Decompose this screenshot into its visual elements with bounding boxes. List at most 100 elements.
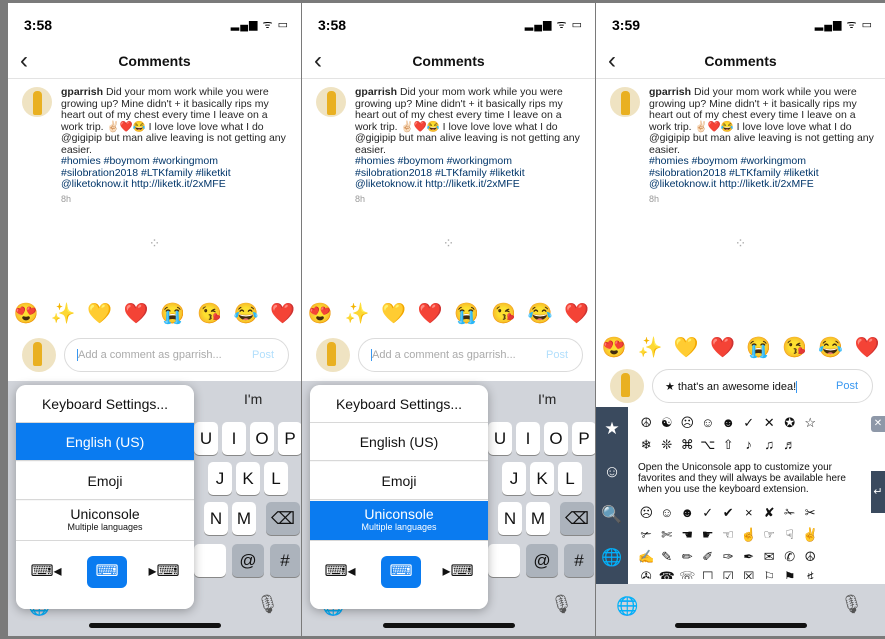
sparkles-emoji[interactable]: ✨ [50, 301, 75, 326]
key-l[interactable]: L [264, 462, 288, 495]
heart-emoji[interactable]: ❤️ [854, 335, 879, 360]
keyboard-full-icon[interactable]: ⌨ [87, 556, 127, 588]
key-u[interactable]: U [194, 422, 218, 455]
avatar[interactable] [610, 87, 640, 117]
kiss-emoji[interactable]: 😘 [491, 301, 516, 326]
key-o[interactable]: O [250, 422, 274, 455]
comment-input[interactable]: Add a comment as gparrish... Post [358, 338, 583, 372]
post-button[interactable]: Post [836, 380, 858, 392]
comment-input[interactable]: Add a comment as gparrish... Post [64, 338, 289, 372]
emoji-quick-bar: 😍 ✨ 💛 ❤️ 😭 😘 😂 ❤️ [8, 299, 301, 327]
star-icon[interactable]: ★ [596, 419, 628, 439]
home-indicator [674, 623, 807, 628]
heart-emoji[interactable]: ❤️ [564, 301, 589, 326]
keyboard-left-icon[interactable]: ⌨◂ [28, 556, 64, 588]
key-m[interactable]: M [526, 502, 550, 535]
keyboard-right-icon[interactable]: ▸⌨ [146, 556, 182, 588]
delete-icon[interactable]: ⌫ [266, 502, 300, 535]
key-hash[interactable]: # [564, 544, 594, 577]
post-button[interactable]: Post [252, 349, 274, 361]
keyboard-full-icon[interactable]: ⌨ [381, 556, 421, 588]
search-icon[interactable]: 🔍 [596, 505, 628, 525]
crying-emoji[interactable]: 😭 [454, 301, 479, 326]
key-k[interactable]: K [236, 462, 260, 495]
heart-emoji[interactable]: ❤️ [270, 301, 295, 326]
key-n[interactable]: N [204, 502, 228, 535]
comment-username[interactable]: gparrish [61, 86, 103, 98]
menu-item-uniconsole[interactable]: Uniconsole Multiple languages [310, 501, 488, 541]
heart-eyes-emoji[interactable]: 😍 [14, 301, 39, 326]
uniconsole-message: Open the Uniconsole app to customize you… [638, 462, 846, 495]
globe-icon[interactable]: 🌐 [616, 596, 638, 617]
sparkles-emoji[interactable]: ✨ [344, 301, 369, 326]
suggestion[interactable]: I'm [244, 391, 262, 407]
mic-icon[interactable]: 🎙 [550, 594, 573, 615]
menu-item-emoji[interactable]: Emoji [310, 462, 488, 500]
key-at[interactable]: @ [232, 544, 264, 577]
home-indicator [88, 623, 221, 628]
key-n[interactable]: N [498, 502, 522, 535]
red-heart-emoji[interactable]: ❤️ [418, 301, 443, 326]
key-u[interactable]: U [488, 422, 512, 455]
key-k[interactable]: K [530, 462, 554, 495]
yellow-heart-emoji[interactable]: 💛 [674, 335, 699, 360]
comment-input[interactable]: ★ that's an awesome idea! Post [652, 369, 873, 403]
key-i[interactable]: I [222, 422, 246, 455]
key-p[interactable]: P [572, 422, 595, 455]
menu-item-emoji[interactable]: Emoji [16, 462, 194, 500]
keyboard-left-icon[interactable]: ⌨◂ [322, 556, 358, 588]
joy-emoji[interactable]: 😂 [528, 301, 553, 326]
delete-icon[interactable]: ✕ [871, 416, 885, 432]
comment-tags[interactable]: #homies #boymom #workingmom #silobration… [649, 155, 819, 190]
post-button[interactable]: Post [546, 349, 568, 361]
comment-username[interactable]: gparrish [355, 86, 397, 98]
symbol-row: ☮ ☯ ☹ ☺ ☻ ✓ ✕ ✪ ☆ [640, 415, 817, 430]
mic-icon[interactable]: 🎙 [840, 594, 863, 615]
sparkles-emoji[interactable]: ✨ [638, 335, 663, 360]
comment-tags[interactable]: #homies #boymom #workingmom #silobration… [355, 155, 525, 190]
space-key-part[interactable] [194, 544, 226, 577]
symbol-row: ❄ ❊ ⌘ ⌥ ⇧ ♪ ♫ ♬ [640, 437, 797, 452]
keyboard-right-icon[interactable]: ▸⌨ [440, 556, 476, 588]
key-j[interactable]: J [208, 462, 232, 495]
menu-item-keyboard-settings[interactable]: Keyboard Settings... [16, 385, 194, 423]
key-l[interactable]: L [558, 462, 582, 495]
page-title: Comments [704, 53, 777, 69]
yellow-heart-emoji[interactable]: 💛 [87, 301, 112, 326]
kiss-emoji[interactable]: 😘 [782, 335, 807, 360]
crying-emoji[interactable]: 😭 [160, 301, 185, 326]
red-heart-emoji[interactable]: ❤️ [124, 301, 149, 326]
red-heart-emoji[interactable]: ❤️ [710, 335, 735, 360]
mic-icon[interactable]: 🎙 [256, 594, 279, 615]
status-time: 3:58 [24, 17, 53, 33]
key-m[interactable]: M [232, 502, 256, 535]
heart-eyes-emoji[interactable]: 😍 [602, 335, 627, 360]
joy-emoji[interactable]: 😂 [234, 301, 259, 326]
suggestion[interactable]: I'm [538, 391, 556, 407]
crying-emoji[interactable]: 😭 [746, 335, 771, 360]
key-hash[interactable]: # [270, 544, 300, 577]
comment-tags[interactable]: #homies #boymom #workingmom #silobration… [61, 155, 231, 190]
uniconsole-sidebar: ★ ☺ 🔍 🌐 [596, 407, 628, 584]
heart-eyes-emoji[interactable]: 😍 [308, 301, 333, 326]
comment-username[interactable]: gparrish [649, 86, 691, 98]
kiss-emoji[interactable]: 😘 [197, 301, 222, 326]
joy-emoji[interactable]: 😂 [818, 335, 843, 360]
globe-icon[interactable]: 🌐 [596, 548, 628, 568]
return-icon[interactable]: ↵ [871, 471, 885, 513]
avatar[interactable] [316, 87, 346, 117]
key-o[interactable]: O [544, 422, 568, 455]
menu-item-english[interactable]: English (US) [310, 423, 488, 461]
avatar[interactable] [22, 87, 52, 117]
menu-item-english[interactable]: English (US) [16, 423, 194, 461]
space-key-part[interactable] [488, 544, 520, 577]
delete-icon[interactable]: ⌫ [560, 502, 594, 535]
menu-item-keyboard-settings[interactable]: Keyboard Settings... [310, 385, 488, 423]
key-p[interactable]: P [278, 422, 301, 455]
key-at[interactable]: @ [526, 544, 558, 577]
key-i[interactable]: I [516, 422, 540, 455]
yellow-heart-emoji[interactable]: 💛 [381, 301, 406, 326]
menu-item-uniconsole[interactable]: Uniconsole Multiple languages [16, 501, 194, 541]
key-j[interactable]: J [502, 462, 526, 495]
smiley-icon[interactable]: ☺ [596, 462, 628, 482]
